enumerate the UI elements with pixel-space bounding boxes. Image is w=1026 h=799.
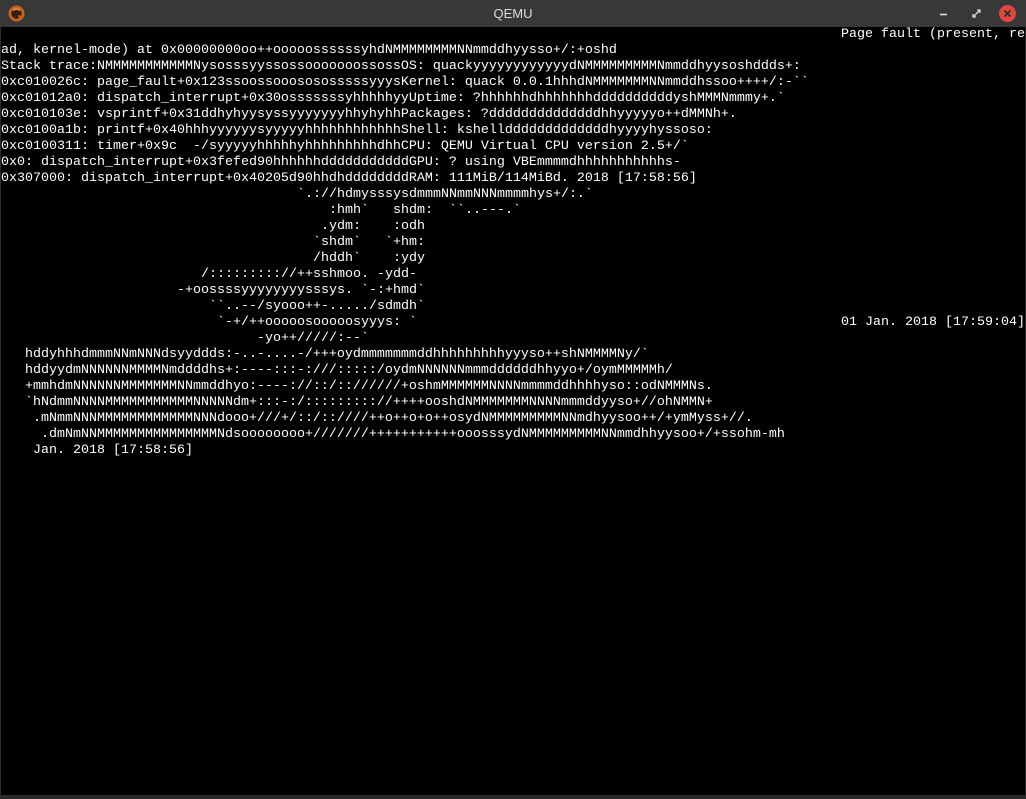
maximize-icon xyxy=(972,9,981,18)
ascii-logo-line: /hddh` :ydy xyxy=(313,251,425,266)
page-fault-details: ad, kernel-mode) at 0x00000000oo++ooooos… xyxy=(1,43,617,58)
ascii-logo-line: /::::::::://++sshmoo. -ydd- xyxy=(201,267,417,282)
vm-console-display[interactable]: Page fault (present, re ad, kernel-mode)… xyxy=(1,27,1025,795)
window-title: QEMU xyxy=(493,6,533,21)
ascii-logo-line: ``..--/syooo++-...../sdmdh` xyxy=(209,299,425,314)
ascii-logo-line: :hmh` shdm: ``..---.` xyxy=(329,203,521,218)
ascii-logo-line: hddyydmNNNNNNMMMMNmddddhs+:----:::-:///:… xyxy=(25,363,673,378)
ascii-logo-line: hddyhhhdmmmNNmNNNdsyyddds:-..-....-/+++o… xyxy=(25,347,649,362)
ascii-logo-line: .mNmmNNNMMMMMMMMMMMMNNNdooo+///+/::/:://… xyxy=(33,411,753,426)
stack-trace-header: Stack trace:NMMMMMMMMMMMNysosssyyssossoo… xyxy=(1,59,801,74)
page-fault-message: Page fault (present, re xyxy=(841,27,1025,42)
close-icon xyxy=(1003,9,1012,18)
stack-trace-frame: 0xc0100311: timer+0x9c -/syyyyyhhhhhyhhh… xyxy=(1,139,689,154)
timestamp: Jan. 2018 [17:58:56] xyxy=(33,443,193,458)
minimize-button[interactable] xyxy=(935,5,952,22)
minimize-icon xyxy=(940,13,947,16)
ascii-logo-line: .dmNmNNMMMMMMMMMMMMMMMNdsoooooooo+//////… xyxy=(41,427,785,442)
stack-trace-frame: 0xc01012a0: dispatch_interrupt+0x30ossss… xyxy=(1,91,785,106)
stack-trace-frame: 0x0: dispatch_interrupt+0x3fefed90hhhhhh… xyxy=(1,155,681,170)
maximize-button[interactable] xyxy=(968,5,985,22)
ascii-logo-line: -yo++/////:--` xyxy=(257,331,369,346)
qemu-logo-icon[interactable] xyxy=(8,5,25,22)
stack-trace-frame: 0xc0100a1b: printf+0x40hhhyyyyyysyyyyyhh… xyxy=(1,123,713,138)
close-button[interactable] xyxy=(999,5,1016,22)
stack-trace-frame: 0x307000: dispatch_interrupt+0x40205d90h… xyxy=(1,171,697,186)
ascii-logo-line: `shdm` `+hm: xyxy=(313,235,425,250)
ascii-logo-line: `.://hdmysssysdmmmNNmmNNNmmmmhys+/:.` xyxy=(297,187,593,202)
ascii-logo-line: +mmhdmNNNNNNMMMMMMMNNmmddhyo:----://::/:… xyxy=(25,379,713,394)
ascii-logo-line: -+oossssyyyyyyyysssys. `-:+hmd` xyxy=(177,283,425,298)
window-titlebar[interactable]: QEMU xyxy=(0,0,1026,27)
timestamp: 01 Jan. 2018 [17:59:04] xyxy=(841,315,1025,330)
ascii-logo-line: `-+/++ooooosooooosyyys: ` xyxy=(217,315,417,330)
stack-trace-frame: 0xc010026c: page_fault+0x123ssoossooosos… xyxy=(1,75,809,90)
ascii-logo-line: .ydm: :odh xyxy=(321,219,425,234)
ascii-logo-line: `hNdmmNNNNMMMMMMMMMMMNNNNNdm+:::-:/:::::… xyxy=(25,395,713,410)
stack-trace-frame: 0xc010103e: vsprintf+0x31ddhyhyysyssyyyy… xyxy=(1,107,737,122)
